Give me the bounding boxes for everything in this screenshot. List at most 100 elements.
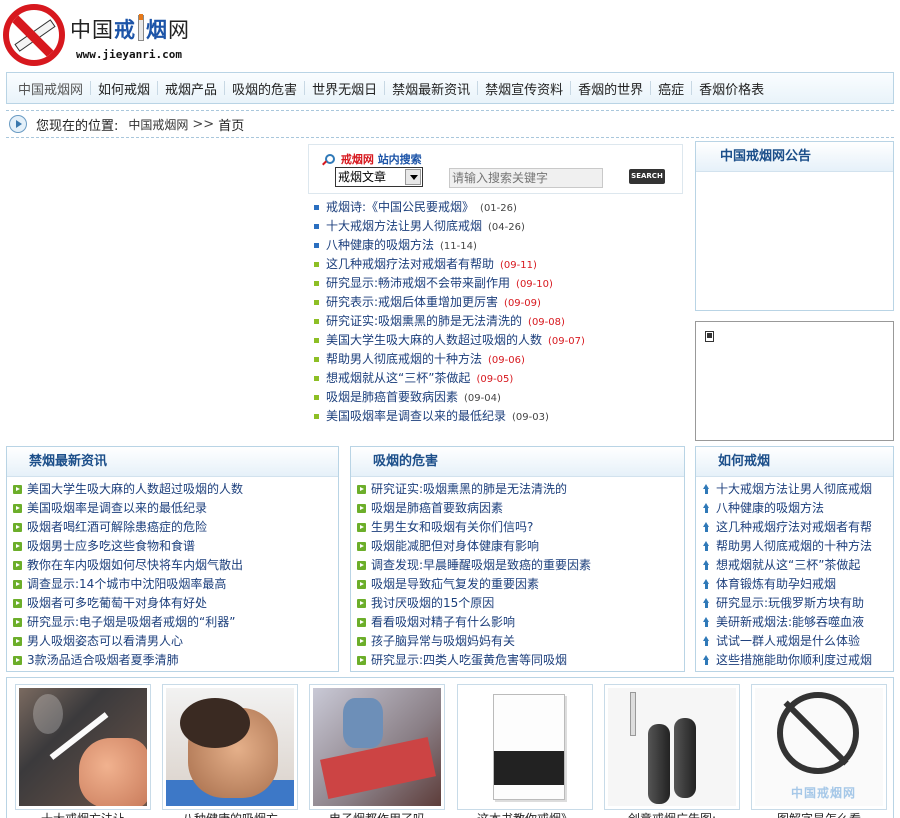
nav-item-campaign-material[interactable]: 禁烟宣传资料 xyxy=(478,79,570,98)
list-item[interactable]: 美研新戒烟法:能够吞噬血液 xyxy=(696,613,893,632)
list-item-title[interactable]: 这些措施能助你顺利度过戒烟 xyxy=(716,653,872,667)
ad-placeholder[interactable] xyxy=(695,321,894,441)
list-item-title[interactable]: 研究显示:电子烟是吸烟者戒烟的“利器” xyxy=(27,615,235,629)
nav-item-price-list[interactable]: 香烟价格表 xyxy=(692,79,771,98)
list-item-title[interactable]: 3款汤品适合吸烟者夏季清肺 xyxy=(27,653,179,667)
list-item-title[interactable]: 教你在车内吸烟如何尽快将车内烟气散出 xyxy=(27,558,243,572)
nav-item-latest-news[interactable]: 禁烟最新资讯 xyxy=(385,79,477,98)
list-item-title[interactable]: 想戒烟就从这“三杯”茶做起 xyxy=(716,558,860,572)
list-item[interactable]: 八种健康的吸烟方法 xyxy=(696,499,893,518)
list-item[interactable]: 吸烟是肺癌首要致病因素 (09-04) xyxy=(314,388,694,407)
list-item[interactable]: 帮助男人彻底戒烟的十种方法 xyxy=(696,537,893,556)
list-item-title[interactable]: 调查发现:早晨睡醒吸烟是致癌的重要因素 xyxy=(371,558,591,572)
list-item-title[interactable]: 吸烟能减肥但对身体健康有影响 xyxy=(371,539,539,553)
gallery-thumbnail[interactable] xyxy=(15,684,151,810)
list-item-title[interactable]: 帮助男人彻底戒烟的十种方法 xyxy=(326,352,482,366)
list-item[interactable]: 研究显示:电子烟是吸烟者戒烟的“利器” xyxy=(7,613,338,632)
list-item-title[interactable]: 孩子脑异常与吸烟妈妈有关 xyxy=(371,634,515,648)
list-item[interactable]: 孩子脑异常与吸烟妈妈有关 xyxy=(351,632,684,651)
list-item[interactable]: 生男生女和吸烟有关你们信吗? xyxy=(351,518,684,537)
list-item[interactable]: 调查发现:早晨睡醒吸烟是致癌的重要因素 xyxy=(351,556,684,575)
search-button[interactable]: SEARCH xyxy=(629,169,665,184)
list-item[interactable]: 美国大学生吸大麻的人数超过吸烟的人数 (09-07) xyxy=(314,331,694,350)
list-item[interactable]: 这几种戒烟疗法对戒烟者有帮 xyxy=(696,518,893,537)
gallery-thumbnail[interactable]: 中国戒烟网 xyxy=(751,684,887,810)
list-item[interactable]: 帮助男人彻底戒烟的十种方法 (09-06) xyxy=(314,350,694,369)
list-item[interactable]: 吸烟者喝红酒可解除患癌症的危险 xyxy=(7,518,338,537)
nav-item-products[interactable]: 戒烟产品 xyxy=(158,79,224,98)
list-item-title[interactable]: 美研新戒烟法:能够吞噬血液 xyxy=(716,615,864,629)
gallery-caption[interactable]: 创意戒烟广告图: xyxy=(604,810,740,818)
list-item-title[interactable]: 调查显示:14个城市中沈阳吸烟率最高 xyxy=(27,577,226,591)
list-item[interactable]: 吸烟是导致疝气复发的重要因素 xyxy=(351,575,684,594)
gallery-caption[interactable]: 十大戒烟方法让 xyxy=(15,810,151,818)
list-item-title[interactable]: 十大戒烟方法让男人彻底戒烟 xyxy=(326,219,482,233)
list-item[interactable]: 吸烟能减肥但对身体健康有影响 xyxy=(351,537,684,556)
nav-item-cancer[interactable]: 癌症 xyxy=(651,79,691,98)
list-item[interactable]: 戒烟诗:《中国公民要戒烟》 (01-26) xyxy=(314,198,694,217)
list-item[interactable]: 体育锻炼有助孕妇戒烟 xyxy=(696,575,893,594)
gallery-thumbnail[interactable] xyxy=(457,684,593,810)
list-item-title[interactable]: 吸烟男士应多吃这些食物和食谱 xyxy=(27,539,195,553)
nav-item-how-to-quit[interactable]: 如何戒烟 xyxy=(91,79,157,98)
gallery-caption[interactable]: 电子烟都作用了吗 xyxy=(309,810,445,818)
list-item-title[interactable]: 这几种戒烟疗法对戒烟者有帮助 xyxy=(326,257,494,271)
list-item-title[interactable]: 这几种戒烟疗法对戒烟者有帮 xyxy=(716,520,872,534)
list-item[interactable]: 美国大学生吸大麻的人数超过吸烟的人数 xyxy=(7,480,338,499)
list-item[interactable]: 研究表示:戒烟后体重增加更厉害 (09-09) xyxy=(314,293,694,312)
list-item[interactable]: 这几种戒烟疗法对戒烟者有帮助 (09-11) xyxy=(314,255,694,274)
list-item[interactable]: 吸烟男士应多吃这些食物和食谱 xyxy=(7,537,338,556)
list-item[interactable]: 研究证实:吸烟熏黑的肺是无法清洗的 xyxy=(351,480,684,499)
list-item-title[interactable]: 十大戒烟方法让男人彻底戒烟 xyxy=(716,482,872,496)
list-item[interactable]: 男人吸烟姿态可以看清男人心 xyxy=(7,632,338,651)
list-item-title[interactable]: 男人吸烟姿态可以看清男人心 xyxy=(27,634,183,648)
site-logo-text[interactable]: 中国戒 烟网 xyxy=(70,14,190,44)
list-item-title[interactable]: 帮助男人彻底戒烟的十种方法 xyxy=(716,539,872,553)
list-item-title[interactable]: 试试一群人戒烟是什么体验 xyxy=(716,634,860,648)
list-item-title[interactable]: 我讨厌吸烟的15个原因 xyxy=(371,596,494,610)
list-item[interactable]: 想戒烟就从这“三杯”茶做起 (09-05) xyxy=(314,369,694,388)
gallery-caption[interactable]: 八种健康的吸烟方 xyxy=(162,810,298,818)
list-item-title[interactable]: 美国吸烟率是调查以来的最低纪录 xyxy=(326,409,506,423)
list-item[interactable]: 这些措施能助你顺利度过戒烟 xyxy=(696,651,893,670)
list-item-title[interactable]: 体育锻炼有助孕妇戒烟 xyxy=(716,577,836,591)
list-item[interactable]: 研究显示:四类人吃蛋黄危害等同吸烟 xyxy=(351,651,684,670)
list-item-title[interactable]: 美国大学生吸大麻的人数超过吸烟的人数 xyxy=(326,333,542,347)
no-smoking-logo-icon[interactable] xyxy=(3,4,65,66)
nav-item-cigarette-world[interactable]: 香烟的世界 xyxy=(571,79,650,98)
list-item-title[interactable]: 戒烟诗:《中国公民要戒烟》 xyxy=(326,200,474,214)
list-item-title[interactable]: 研究显示:四类人吃蛋黄危害等同吸烟 xyxy=(371,653,567,667)
search-input[interactable] xyxy=(449,168,603,188)
nav-item-harms[interactable]: 吸烟的危害 xyxy=(225,79,304,98)
list-item[interactable]: 十大戒烟方法让男人彻底戒烟 xyxy=(696,480,893,499)
gallery-caption[interactable]: 图解字是怎么看 xyxy=(751,810,887,818)
breadcrumb-home-link[interactable]: 中国戒烟网 xyxy=(128,116,188,133)
list-item-title[interactable]: 美国大学生吸大麻的人数超过吸烟的人数 xyxy=(27,482,243,496)
list-item[interactable]: 想戒烟就从这“三杯”茶做起 xyxy=(696,556,893,575)
list-item-title[interactable]: 研究证实:吸烟熏黑的肺是无法清洗的 xyxy=(371,482,567,496)
gallery-thumbnail[interactable] xyxy=(309,684,445,810)
list-item[interactable]: 教你在车内吸烟如何尽快将车内烟气散出 xyxy=(7,556,338,575)
nav-item-no-tobacco-day[interactable]: 世界无烟日 xyxy=(305,79,384,98)
list-item[interactable]: 吸烟者可多吃葡萄干对身体有好处 xyxy=(7,594,338,613)
chevron-down-icon[interactable] xyxy=(405,169,421,185)
nav-item-home[interactable]: 中国戒烟网 xyxy=(11,79,90,98)
list-item-title[interactable]: 研究显示:玩俄罗斯方块有助 xyxy=(716,596,864,610)
list-item-title[interactable]: 吸烟是肺癌首要致病因素 xyxy=(326,390,458,404)
list-item-title[interactable]: 八种健康的吸烟方法 xyxy=(716,501,824,515)
list-item[interactable]: 看看吸烟对精子有什么影响 xyxy=(351,613,684,632)
list-item-title[interactable]: 想戒烟就从这“三杯”茶做起 xyxy=(326,371,470,385)
search-category-select[interactable]: 戒烟文章 xyxy=(335,167,423,187)
gallery-caption[interactable]: 这本书教你戒烟》 xyxy=(457,810,593,818)
list-item[interactable]: 八种健康的吸烟方法 (11-14) xyxy=(314,236,694,255)
list-item-title[interactable]: 研究证实:吸烟熏黑的肺是无法清洗的 xyxy=(326,314,522,328)
list-item[interactable]: 我讨厌吸烟的15个原因 xyxy=(351,594,684,613)
list-item[interactable]: 吸烟是肺癌首要致病因素 xyxy=(351,499,684,518)
list-item-title[interactable]: 吸烟是肺癌首要致病因素 xyxy=(371,501,503,515)
list-item-title[interactable]: 吸烟是导致疝气复发的重要因素 xyxy=(371,577,539,591)
list-item[interactable]: 调查显示:14个城市中沈阳吸烟率最高 xyxy=(7,575,338,594)
list-item[interactable]: 3款汤品适合吸烟者夏季清肺 xyxy=(7,651,338,670)
list-item-title[interactable]: 吸烟者可多吃葡萄干对身体有好处 xyxy=(27,596,207,610)
list-item[interactable]: 研究证实:吸烟熏黑的肺是无法清洗的 (09-08) xyxy=(314,312,694,331)
list-item[interactable]: 研究显示:畅沛戒烟不会带来副作用 (09-10) xyxy=(314,274,694,293)
